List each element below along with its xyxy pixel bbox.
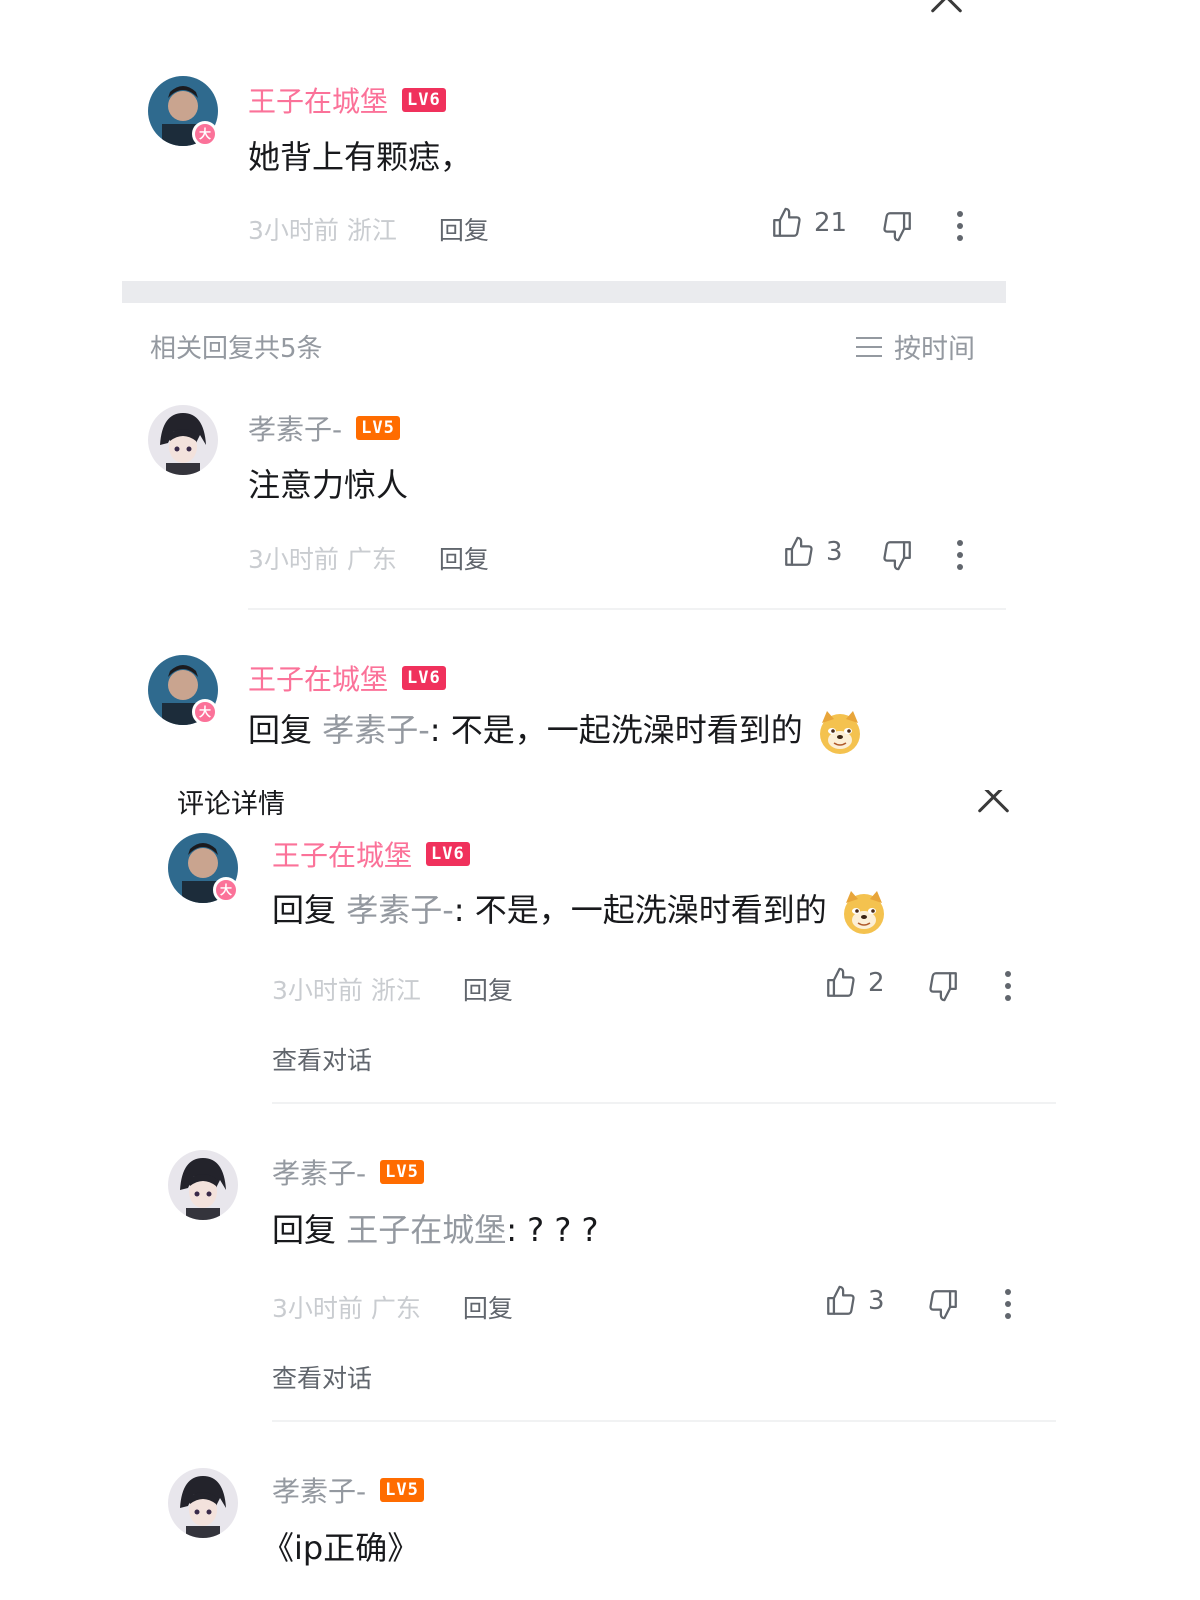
divider: [272, 1420, 1056, 1422]
comment-meta: 3小时前 广东 回复: [272, 1289, 513, 1325]
thumbs-down-icon[interactable]: [880, 209, 914, 243]
reply-text: : 不是，一起洗澡时看到的: [453, 891, 827, 929]
more-icon[interactable]: [1005, 971, 1011, 1001]
view-conversation-link[interactable]: 查看对话: [272, 1041, 372, 1077]
level-badge: LV5: [380, 1160, 424, 1184]
comment-text: 《ip正确》: [262, 1529, 420, 1567]
doge-emoji-icon: [843, 891, 884, 934]
thumbs-up-icon: [827, 1285, 855, 1315]
reply-keyword: 回复: [248, 711, 313, 749]
level-badge: LV6: [402, 666, 446, 690]
timestamp: 3小时前: [248, 216, 339, 245]
thumbs-down-icon[interactable]: [926, 969, 960, 1003]
level-badge: LV5: [356, 416, 400, 440]
mentioned-user[interactable]: 孝素子-: [322, 711, 430, 749]
like-count: 2: [868, 968, 885, 998]
comment-meta: 3小时前 浙江 回复: [248, 211, 489, 247]
timestamp: 3小时前: [272, 1294, 363, 1323]
username-row: 孝素子- LV5: [272, 1470, 424, 1510]
thumbs-down-icon[interactable]: [880, 538, 914, 572]
location: 广东: [346, 545, 397, 574]
username[interactable]: 王子在城堡: [248, 80, 388, 120]
doge-emoji-icon: [819, 711, 860, 754]
reply-keyword: 回复: [272, 1211, 337, 1249]
username[interactable]: 孝素子-: [248, 408, 342, 448]
comment-meta: 3小时前 广东 回复: [248, 540, 489, 576]
like-button[interactable]: 3: [782, 535, 843, 569]
comment-text: 回复 孝素子-: 不是，一起洗澡时看到的: [272, 885, 887, 935]
reply-button[interactable]: 回复: [439, 545, 489, 574]
section-divider: [122, 281, 1006, 303]
like-button[interactable]: 21: [770, 206, 847, 240]
vip-badge: 大: [213, 877, 239, 903]
username[interactable]: 孝素子-: [272, 1470, 366, 1510]
reply-button[interactable]: 回复: [439, 216, 489, 245]
close-icon[interactable]: [928, 0, 966, 16]
reply-button[interactable]: 回复: [463, 976, 513, 1005]
comment-panel-bottom: 评论详情 大 王子在城堡 LV6 回复 孝素子-: 不是，一起洗澡时看到的 3小…: [0, 790, 1200, 1600]
view-conversation-link[interactable]: 查看对话: [272, 1359, 372, 1395]
vip-badge: 大: [192, 121, 218, 147]
divider: [272, 1102, 1056, 1104]
level-badge: LV6: [402, 88, 446, 112]
thumbs-up-icon: [827, 967, 855, 997]
sort-label: 按时间: [894, 334, 975, 365]
like-count: 21: [814, 208, 848, 238]
comment-text: 她背上有颗痣，: [248, 138, 473, 176]
vip-badge: 大: [192, 699, 218, 725]
panel-title: 评论详情: [177, 790, 285, 820]
comment-text: 注意力惊人: [248, 466, 409, 504]
more-icon[interactable]: [1005, 1289, 1011, 1319]
divider: [248, 608, 1006, 610]
reply-button[interactable]: 回复: [463, 1294, 513, 1323]
thumbs-down-icon[interactable]: [926, 1287, 960, 1321]
like-count: 3: [868, 1286, 885, 1316]
reply-text: : ? ? ?: [506, 1211, 599, 1249]
sort-button[interactable]: 按时间: [856, 327, 975, 366]
thumbs-up-icon: [785, 536, 813, 566]
mentioned-user[interactable]: 孝素子-: [346, 891, 454, 929]
username[interactable]: 王子在城堡: [248, 658, 388, 698]
username-row: 王子在城堡 LV6: [248, 80, 446, 120]
comment-panel-top: 大 王子在城堡 LV6 她背上有颗痣， 3小时前 浙江 回复 21 相关回复共5…: [0, 0, 1200, 790]
avatar[interactable]: [168, 1468, 238, 1538]
thumbs-up-icon: [773, 207, 801, 237]
mentioned-user[interactable]: 王子在城堡: [346, 1211, 506, 1249]
location: 广东: [370, 1294, 421, 1323]
username[interactable]: 王子在城堡: [272, 834, 412, 874]
level-badge: LV6: [426, 842, 470, 866]
like-button[interactable]: 2: [824, 966, 885, 1000]
more-icon[interactable]: [957, 540, 963, 570]
location: 浙江: [346, 216, 397, 245]
sort-icon: [856, 336, 882, 358]
comment-text: 回复 王子在城堡: ? ? ?: [272, 1205, 598, 1251]
avatar[interactable]: [168, 1150, 238, 1220]
reply-text: : 不是，一起洗澡时看到的: [429, 711, 803, 749]
reply-keyword: 回复: [272, 891, 337, 929]
location: 浙江: [370, 976, 421, 1005]
timestamp: 3小时前: [272, 976, 363, 1005]
username[interactable]: 孝素子-: [272, 1152, 366, 1192]
comment-text: 回复 孝素子-: 不是，一起洗澡时看到的: [248, 705, 863, 755]
comment-meta: 3小时前 浙江 回复: [272, 971, 513, 1007]
username-row: 孝素子- LV5: [272, 1152, 424, 1192]
timestamp: 3小时前: [248, 545, 339, 574]
reply-count: 相关回复共5条: [150, 334, 323, 364]
close-icon[interactable]: [975, 790, 1013, 816]
like-button[interactable]: 3: [824, 1284, 885, 1318]
username-row: 王子在城堡 LV6: [248, 658, 446, 698]
like-count: 3: [826, 537, 843, 567]
avatar[interactable]: [148, 405, 218, 475]
more-icon[interactable]: [957, 211, 963, 241]
username-row: 孝素子- LV5: [248, 408, 400, 448]
username-row: 王子在城堡 LV6: [272, 834, 470, 874]
level-badge: LV5: [380, 1478, 424, 1502]
